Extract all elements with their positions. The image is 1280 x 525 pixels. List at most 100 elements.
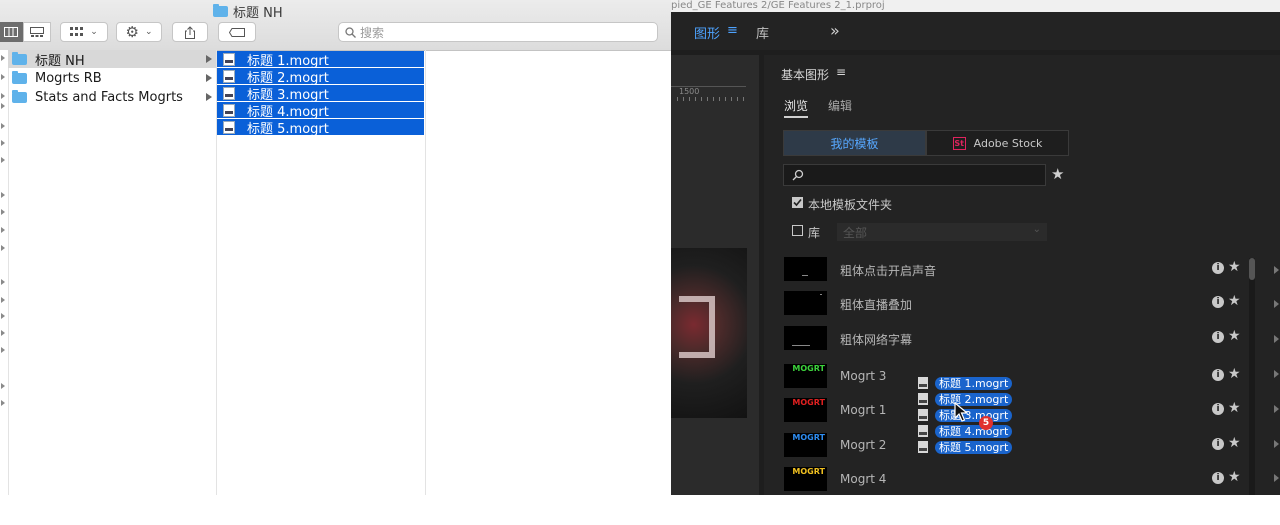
my-templates-button[interactable]: 我的模板 xyxy=(783,130,926,156)
disclosure-arrow-icon xyxy=(1,192,5,198)
ruler-tick xyxy=(683,97,684,101)
column-view-icon[interactable] xyxy=(0,22,23,42)
file-row[interactable]: 标题 2.mogrt xyxy=(217,68,424,86)
folder-row[interactable]: 标题 NH xyxy=(8,50,216,69)
template-thumbnail xyxy=(784,291,827,315)
tab-edit[interactable]: 编辑 xyxy=(828,97,852,114)
star-icon[interactable]: ★ xyxy=(1228,328,1241,344)
template-thumbnail: MOGRT xyxy=(784,467,827,491)
folder-row[interactable]: Stats and Facts Mogrts xyxy=(8,88,216,106)
adobe-stock-label: Adobe Stock xyxy=(973,136,1043,150)
template-list-scrollbar[interactable] xyxy=(1249,258,1255,495)
disclosure-arrow-icon xyxy=(1,400,5,406)
video-frame xyxy=(671,248,747,418)
adobe-stock-button[interactable]: St Adobe Stock xyxy=(926,130,1069,156)
disclosure-arrow-icon xyxy=(1,347,5,353)
folder-label: Mogrts RB xyxy=(35,70,102,86)
star-icon[interactable]: ★ xyxy=(1228,259,1241,275)
library-checkbox[interactable] xyxy=(792,225,803,236)
info-icon[interactable]: i xyxy=(1212,438,1224,450)
file-name: 标题 5.mogrt xyxy=(247,121,329,137)
template-item[interactable]: MOGRT Mogrt 4 i ★ xyxy=(783,465,1253,495)
template-item[interactable]: MOGRT Mogrt 1 i ★ xyxy=(783,396,1253,426)
star-icon[interactable]: ★ xyxy=(1228,435,1241,451)
drag-ghost-item: 标题 1.mogrt xyxy=(918,376,1013,390)
search-placeholder: 搜索 xyxy=(360,25,385,40)
scrollbar-thumb[interactable] xyxy=(1249,258,1255,280)
timeline-ruler[interactable]: 1500 xyxy=(671,86,746,101)
my-templates-label: 我的模板 xyxy=(830,136,879,151)
action-menu-button[interactable]: ⚙ ⌄ xyxy=(116,22,162,42)
ruler-tick xyxy=(689,97,690,101)
local-templates-checkbox[interactable] xyxy=(792,197,803,208)
folder-column: 标题 NH Mogrts RB Stats and Facts Mogrts xyxy=(8,50,217,495)
chevron-down-icon: ⌄ xyxy=(144,27,153,37)
template-thumbnail xyxy=(784,257,827,281)
star-icon[interactable]: ★ xyxy=(1228,366,1241,382)
file-row[interactable]: 标题 3.mogrt xyxy=(217,85,424,103)
disclosure-arrow-icon xyxy=(1,279,5,285)
more-panels-button[interactable]: » xyxy=(830,21,840,40)
ruler-tick xyxy=(719,97,720,101)
template-item[interactable]: MOGRT Mogrt 2 i ★ xyxy=(783,431,1253,461)
tab-library[interactable]: 库 xyxy=(756,23,769,42)
search-input[interactable]: 搜索 xyxy=(338,22,658,42)
group-by-button[interactable]: ⌄ xyxy=(60,22,108,42)
mogrt-file-icon xyxy=(223,103,235,117)
ruler-tick xyxy=(701,97,702,101)
adobe-stock-icon: St xyxy=(952,136,966,150)
folder-icon xyxy=(12,89,27,103)
thumbnail-text: MOGRT xyxy=(792,433,825,442)
disclosure-arrow-icon xyxy=(1274,405,1279,413)
disclosure-arrow-icon xyxy=(1274,335,1279,343)
star-icon[interactable]: ★ xyxy=(1228,293,1241,309)
local-templates-label: 本地模板文件夹 xyxy=(808,198,893,212)
tab-browse[interactable]: 浏览 xyxy=(784,97,809,118)
disclosure-arrow-icon xyxy=(1,227,5,233)
ruler-label: 1500 xyxy=(679,87,700,96)
template-search-input[interactable] xyxy=(783,164,1046,186)
gallery-view-icon[interactable] xyxy=(23,22,51,42)
info-icon[interactable]: i xyxy=(1212,403,1224,415)
window-title-text: 标题 NH xyxy=(233,5,283,21)
template-item[interactable]: 粗体直播叠加 i ★ xyxy=(783,289,1253,319)
file-row[interactable]: 标题 4.mogrt xyxy=(217,102,424,120)
library-select[interactable]: 全部 ⌄ xyxy=(837,223,1047,241)
star-icon[interactable]: ★ xyxy=(1228,400,1241,416)
drag-count-badge: 5 xyxy=(979,416,993,430)
star-icon[interactable]: ★ xyxy=(1228,469,1241,485)
disclosure-arrow-icon xyxy=(1,74,5,80)
mogrt-file-icon xyxy=(918,409,928,421)
folder-row[interactable]: Mogrts RB xyxy=(8,69,216,87)
info-icon[interactable]: i xyxy=(1212,262,1224,274)
info-icon[interactable]: i xyxy=(1212,369,1224,381)
panel-menu-icon[interactable]: ≡ xyxy=(836,65,846,79)
disclosure-arrow-icon xyxy=(1,93,5,99)
folder-icon xyxy=(12,51,27,65)
tab-graphics[interactable]: 图形 xyxy=(694,23,720,42)
file-row[interactable]: 标题 1.mogrt xyxy=(217,51,424,69)
finder-toolbar: 标题 NH ⌄ ⚙ ⌄ 搜索 xyxy=(0,0,671,51)
mogrt-file-icon xyxy=(918,425,928,437)
template-name: Mogrt 1 xyxy=(840,403,887,417)
tags-button[interactable] xyxy=(218,22,256,42)
template-item[interactable]: MOGRT Mogrt 3 i ★ xyxy=(783,362,1253,392)
hamburger-icon[interactable]: ≡ xyxy=(727,23,738,38)
share-button[interactable] xyxy=(172,22,208,42)
template-item[interactable]: 粗体点击开启声音 i ★ xyxy=(783,255,1253,285)
info-icon[interactable]: i xyxy=(1212,296,1224,308)
ruler-tick xyxy=(725,97,726,101)
file-row[interactable]: 标题 5.mogrt xyxy=(217,119,424,137)
disclosure-arrow-icon xyxy=(1274,474,1279,482)
window-title: 标题 NH xyxy=(213,3,283,21)
template-item[interactable]: 粗体网络字幕 i ★ xyxy=(783,324,1253,354)
favorites-star-icon[interactable]: ★ xyxy=(1051,165,1064,183)
info-icon[interactable]: i xyxy=(1212,331,1224,343)
disclosure-arrow-icon xyxy=(1,330,5,336)
ruler-tick xyxy=(677,97,678,101)
template-name: Mogrt 4 xyxy=(840,472,887,486)
mogrt-file-icon xyxy=(223,120,235,134)
checkmark-icon xyxy=(793,198,802,207)
info-icon[interactable]: i xyxy=(1212,472,1224,484)
template-thumbnail: MOGRT xyxy=(784,364,827,388)
